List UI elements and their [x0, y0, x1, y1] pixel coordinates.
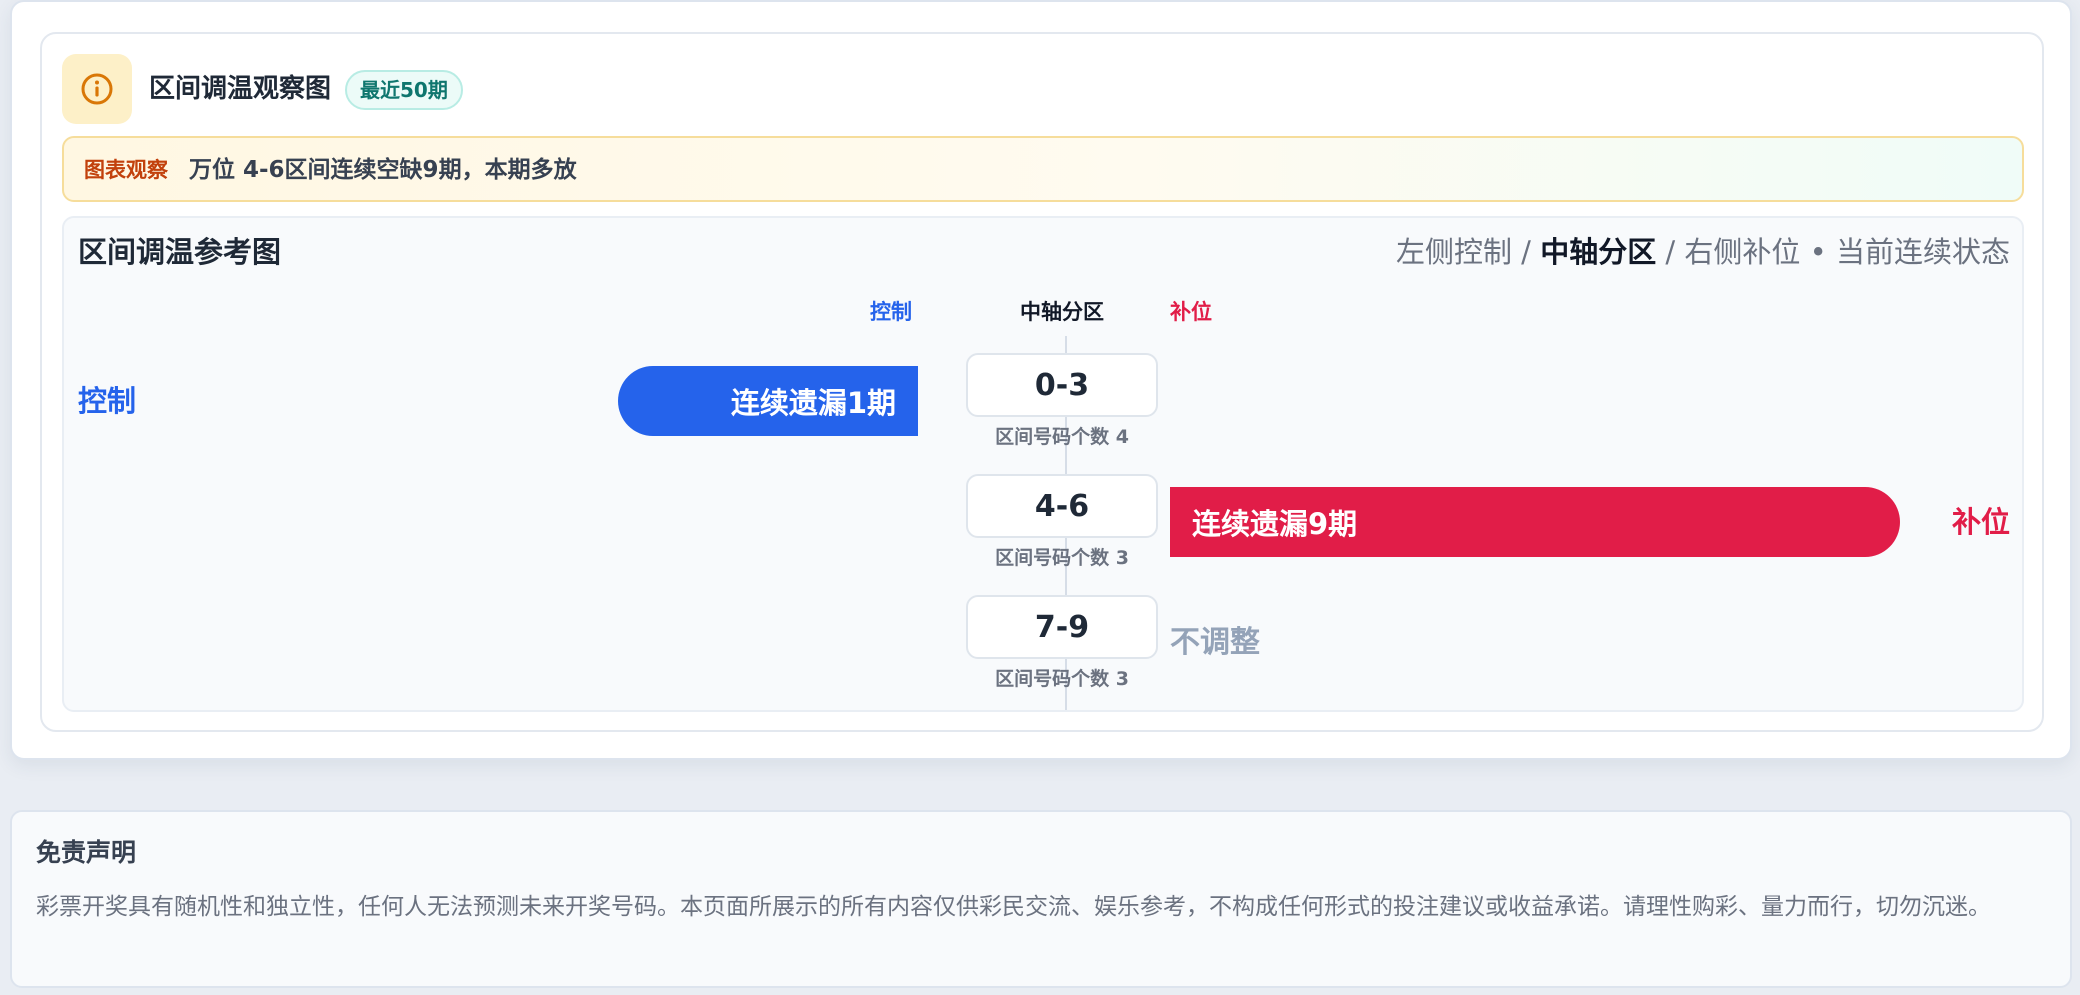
zone-count-label: 区间号码个数 3: [995, 547, 1129, 569]
legend-separator: /: [1511, 235, 1541, 269]
legend-dot: •: [1800, 235, 1836, 269]
observation-banner: 图表观察 万位 4-6区间连续空缺9期，本期多放: [62, 136, 2024, 202]
card-title: 区间调温观察图: [149, 74, 332, 104]
column-head-control: 控制: [870, 300, 912, 324]
no-adjust-label: 不调整: [1170, 625, 1260, 660]
zone-count-label: 区间号码个数 3: [995, 668, 1129, 690]
disclaimer-text: 彩票开奖具有随机性和独立性，任何人无法预测未来开奖号码。本页面所展示的所有内容仅…: [36, 894, 1991, 920]
zone-box: 4-6: [966, 474, 1158, 538]
chart-title: 区间调温参考图: [78, 235, 282, 269]
legend-left: 左侧控制: [1395, 235, 1512, 269]
legend-center: 中轴分区: [1540, 235, 1657, 269]
column-head-center: 中轴分区: [1020, 300, 1104, 324]
chart-card: 区间调温观察图 最近50期 图表观察 万位 4-6区间连续空缺9期，本期多放 区…: [40, 32, 2044, 732]
chart-legend: 左侧控制 / 中轴分区 / 右侧补位 • 当前连续状态: [1396, 232, 2010, 272]
column-head-fill: 补位: [1170, 300, 1212, 324]
period-badge: 最近50期: [345, 70, 463, 110]
observation-text: 万位 4-6区间连续空缺9期，本期多放: [189, 157, 577, 183]
control-bar: 连续遗漏1期: [618, 366, 918, 436]
legend-right: 右侧补位: [1684, 235, 1801, 269]
zone-box: 7-9: [966, 595, 1158, 659]
row-label-control: 控制: [78, 384, 137, 418]
observation-card: 区间调温观察图 最近50期 图表观察 万位 4-6区间连续空缺9期，本期多放 区…: [10, 0, 2072, 760]
observation-label: 图表观察: [84, 158, 168, 182]
fill-bar: 连续遗漏9期: [1170, 487, 1900, 557]
row-label-fill: 补位: [1951, 505, 2010, 539]
zone-count-label: 区间号码个数 4: [995, 426, 1129, 448]
info-icon: [62, 54, 132, 124]
zone-box: 0-3: [966, 353, 1158, 417]
temperature-chart: 区间调温参考图 左侧控制 / 中轴分区 / 右侧补位 • 当前连续状态 控制 中…: [62, 216, 2024, 712]
disclaimer-title: 免责声明: [36, 838, 137, 867]
disclaimer-section: 免责声明 彩票开奖具有随机性和独立性，任何人无法预测未来开奖号码。本页面所展示的…: [10, 810, 2072, 988]
legend-separator: /: [1656, 235, 1685, 269]
legend-state: 当前连续状态: [1835, 235, 2010, 269]
